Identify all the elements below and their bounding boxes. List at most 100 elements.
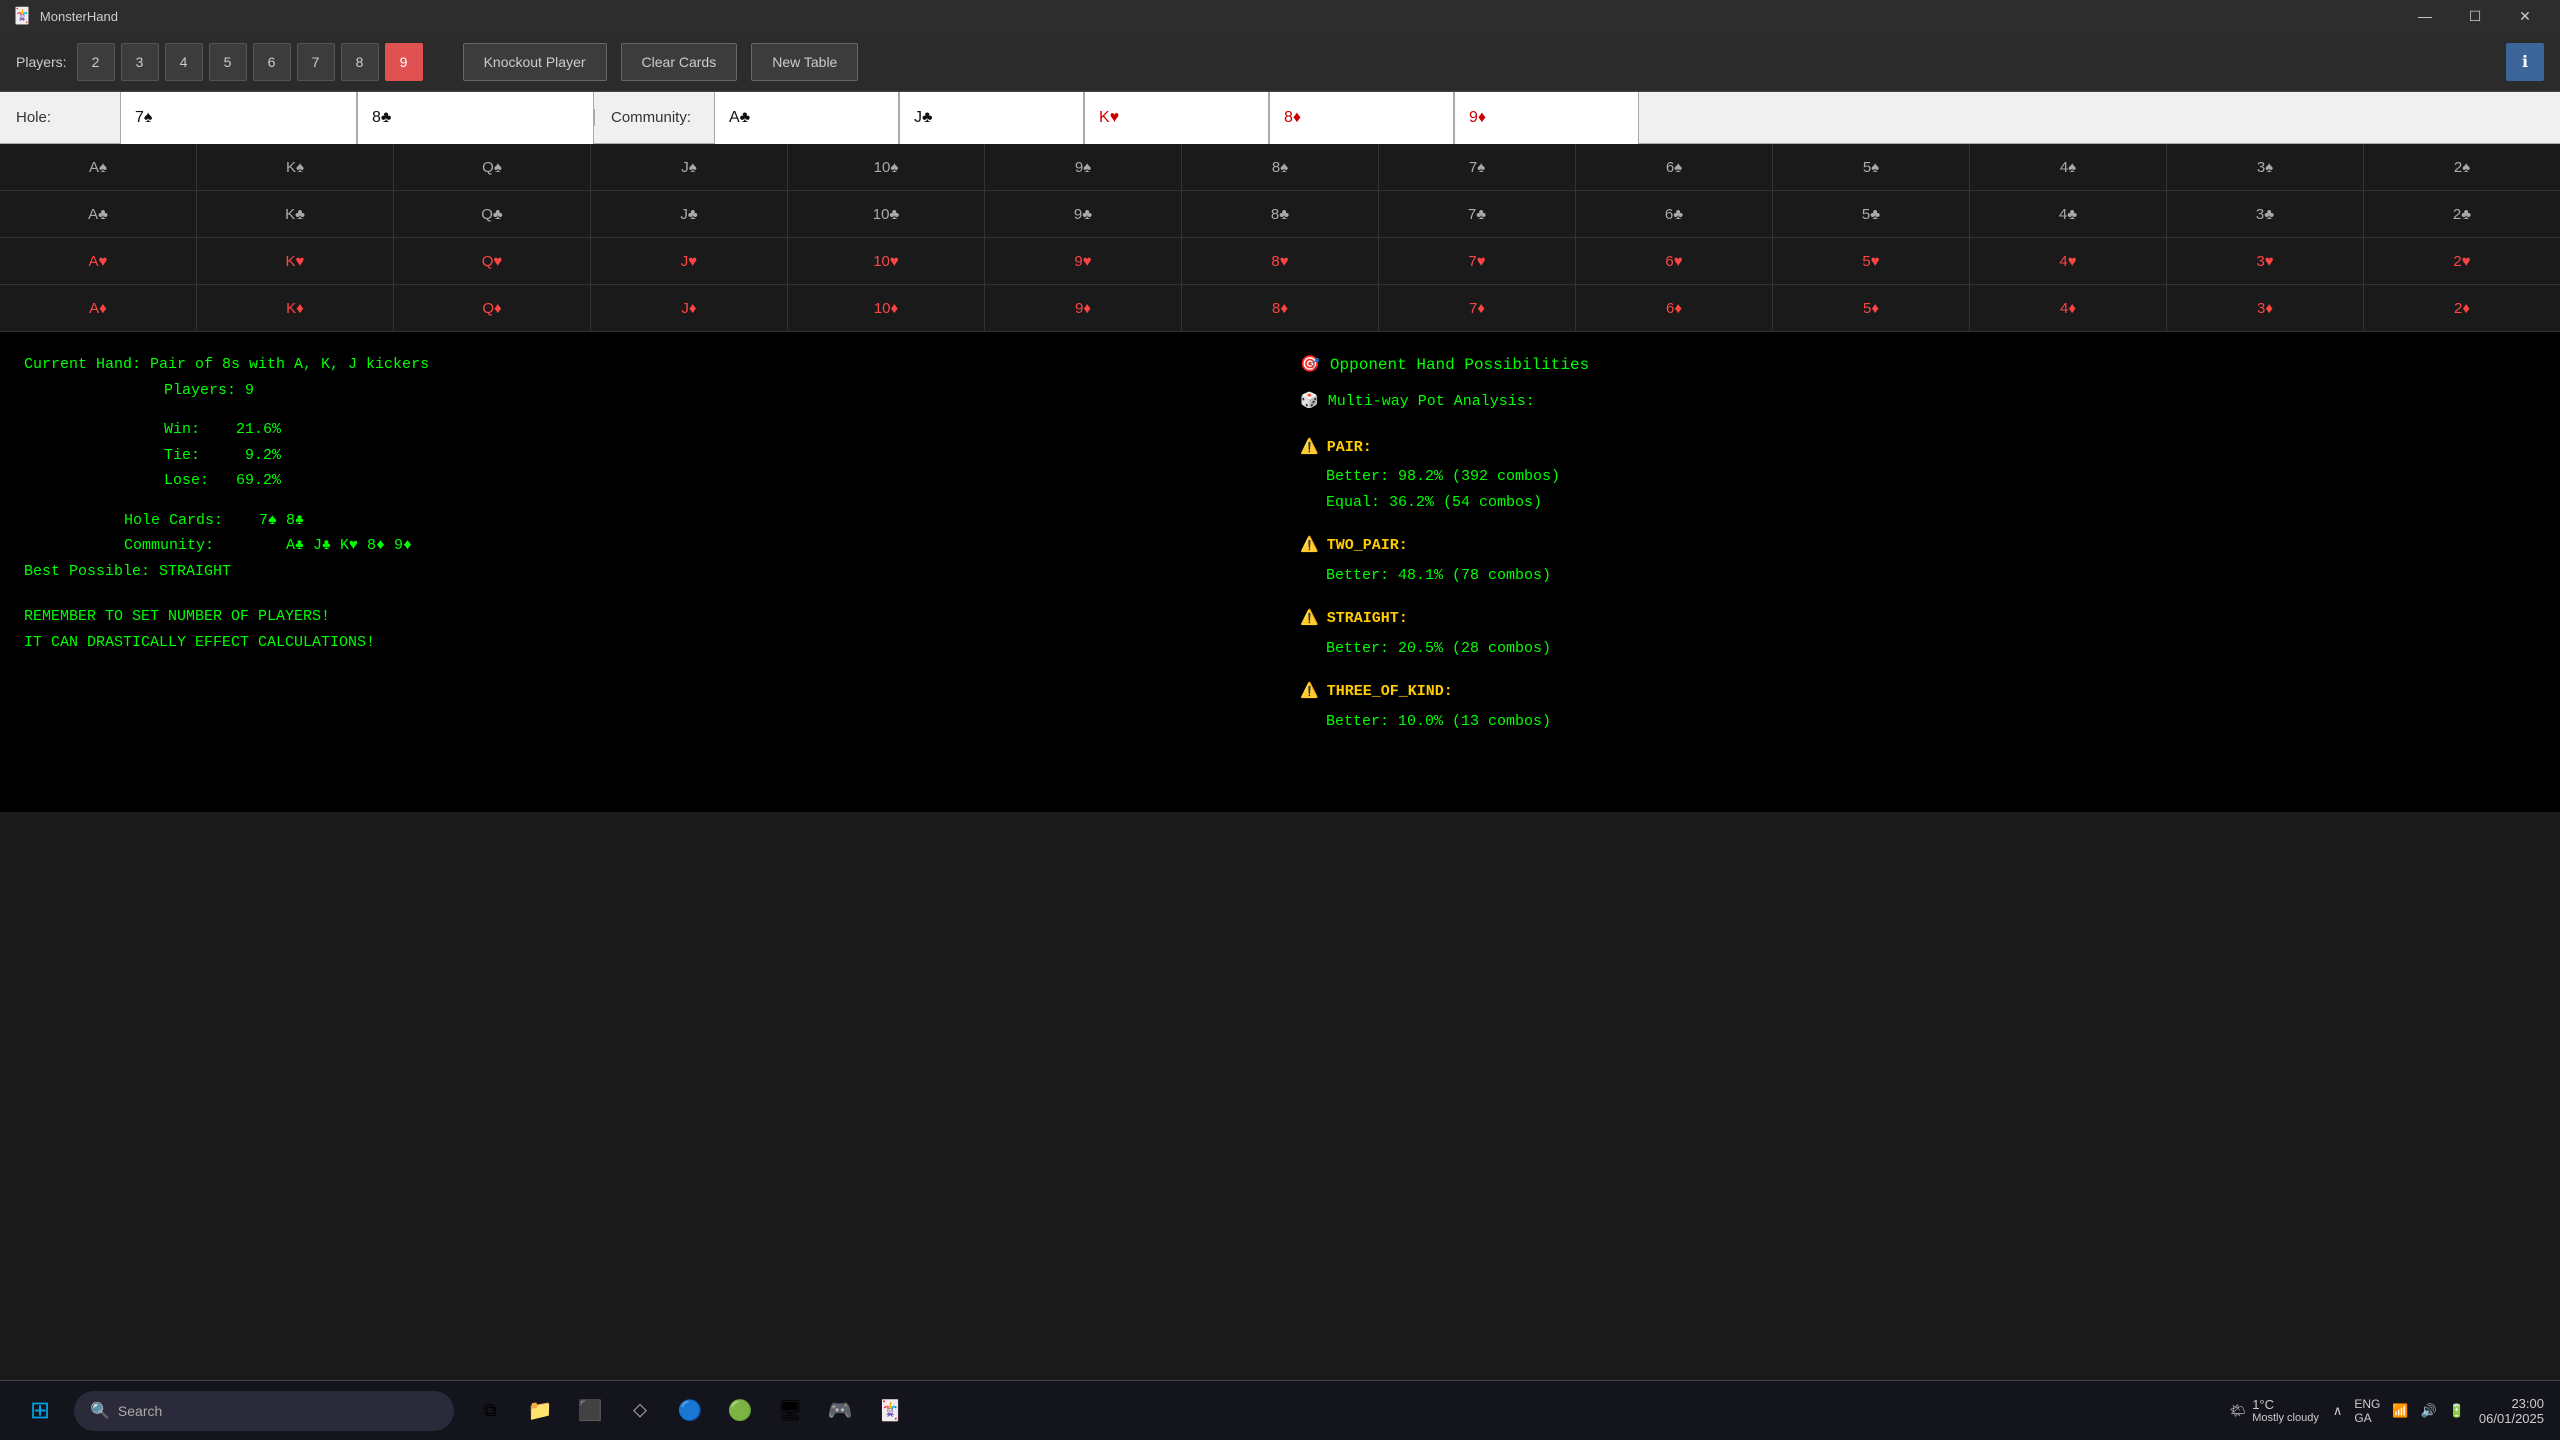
card-cell[interactable]: 4♠ — [1970, 144, 2167, 190]
card-cell[interactable]: Q♦ — [394, 285, 591, 331]
maximize-button[interactable]: ☐ — [2452, 0, 2498, 32]
card-cell[interactable]: 2♦ — [2364, 285, 2560, 331]
game-icon[interactable]: 🎮 — [818, 1389, 862, 1433]
poker-icon[interactable]: 🃏 — [868, 1389, 912, 1433]
card-cell[interactable]: 5♣ — [1773, 191, 1970, 237]
card-cell[interactable]: 10♥ — [788, 238, 985, 284]
card-cell[interactable]: 4♣ — [1970, 191, 2167, 237]
card-cell[interactable]: A♣ — [0, 191, 197, 237]
card-cell[interactable]: J♣ — [591, 191, 788, 237]
player-btn-2[interactable]: 2 — [77, 43, 115, 81]
info-button[interactable]: ℹ — [2506, 43, 2544, 81]
card-cell[interactable]: 10♦ — [788, 285, 985, 331]
card-cell[interactable]: K♣ — [197, 191, 394, 237]
player-btn-4[interactable]: 4 — [165, 43, 203, 81]
card-cell[interactable]: 5♥ — [1773, 238, 1970, 284]
card-cell[interactable]: 7♥ — [1379, 238, 1576, 284]
card-cell[interactable]: 7♣ — [1379, 191, 1576, 237]
unreal-icon[interactable]: ⬦ — [618, 1389, 662, 1433]
card-cell[interactable]: A♦ — [0, 285, 197, 331]
terminal-icon[interactable]: ⬛ — [568, 1389, 612, 1433]
card-cell[interactable]: 2♥ — [2364, 238, 2560, 284]
card-cell[interactable]: 6♦ — [1576, 285, 1773, 331]
hole-cards-row: Hole Cards: 7♠ 8♣ — [24, 508, 1260, 534]
file-explorer-icon[interactable]: 📁 — [518, 1389, 562, 1433]
card-cell[interactable]: 9♥ — [985, 238, 1182, 284]
card-cell[interactable]: Q♥ — [394, 238, 591, 284]
player-btn-6[interactable]: 6 — [253, 43, 291, 81]
toolbar: Players: 2 3 4 5 6 7 8 9 Knockout Player… — [0, 32, 2560, 92]
card-cell[interactable]: K♥ — [197, 238, 394, 284]
hole-card-1-input[interactable] — [120, 92, 357, 144]
card-cell[interactable]: 10♣ — [788, 191, 985, 237]
card-cell[interactable]: K♦ — [197, 285, 394, 331]
community-card-3-input[interactable] — [1084, 92, 1269, 144]
card-cell[interactable]: 6♣ — [1576, 191, 1773, 237]
card-cell[interactable]: 9♦ — [985, 285, 1182, 331]
clubs-row: A♣ K♣ Q♣ J♣ 10♣ 9♣ 8♣ 7♣ 6♣ 5♣ 4♣ 3♣ 2♣ — [0, 191, 2560, 238]
card-cell[interactable]: A♥ — [0, 238, 197, 284]
card-cell[interactable]: 6♠ — [1576, 144, 1773, 190]
win-row: Win: 21.6% — [24, 417, 1260, 443]
card-cell[interactable]: 6♥ — [1576, 238, 1773, 284]
card-cell[interactable]: 10♠ — [788, 144, 985, 190]
card-cell[interactable]: 4♥ — [1970, 238, 2167, 284]
card-cell[interactable]: 8♣ — [1182, 191, 1379, 237]
diamonds-row: A♦ K♦ Q♦ J♦ 10♦ 9♦ 8♦ 7♦ 6♦ 5♦ 4♦ 3♦ 2♦ — [0, 285, 2560, 332]
dice-icon: 🎲 — [1300, 393, 1319, 410]
community-card-4-input[interactable] — [1269, 92, 1454, 144]
app-title: MonsterHand — [40, 9, 118, 24]
card-cell[interactable]: 7♦ — [1379, 285, 1576, 331]
card-cell[interactable]: J♦ — [591, 285, 788, 331]
clear-cards-button[interactable]: Clear Cards — [621, 43, 738, 81]
card-cell[interactable]: 5♠ — [1773, 144, 1970, 190]
taskbar-right: 🌤 1°C Mostly cloudy ∧ ENGGA 📶 🔊 🔋 23:00 … — [2230, 1396, 2544, 1426]
chrome-icon[interactable]: 🔵 — [668, 1389, 712, 1433]
spades-row: A♠ K♠ Q♠ J♠ 10♠ 9♠ 8♠ 7♠ 6♠ 5♠ 4♠ 3♠ 2♠ — [0, 144, 2560, 191]
knockout-player-button[interactable]: Knockout Player — [463, 43, 607, 81]
card-cell[interactable]: Q♠ — [394, 144, 591, 190]
start-button[interactable]: ⊞ — [16, 1387, 64, 1435]
card-cell[interactable]: 3♣ — [2167, 191, 2364, 237]
card-cell[interactable]: 2♠ — [2364, 144, 2560, 190]
card-cell[interactable]: 4♦ — [1970, 285, 2167, 331]
card-cell[interactable]: 8♦ — [1182, 285, 1379, 331]
player-btn-7[interactable]: 7 — [297, 43, 335, 81]
chrome2-icon[interactable]: 🟢 — [718, 1389, 762, 1433]
player-btn-3[interactable]: 3 — [121, 43, 159, 81]
hole-card-2-input[interactable] — [357, 92, 594, 144]
card-cell[interactable]: 9♣ — [985, 191, 1182, 237]
card-cell[interactable]: A♠ — [0, 144, 197, 190]
card-cell[interactable]: 8♥ — [1182, 238, 1379, 284]
card-cell[interactable]: 3♠ — [2167, 144, 2364, 190]
card-cell[interactable]: 3♦ — [2167, 285, 2364, 331]
card-cell[interactable]: 9♠ — [985, 144, 1182, 190]
card-cell[interactable]: J♠ — [591, 144, 788, 190]
minimize-button[interactable]: — — [2402, 0, 2448, 32]
player-btn-5[interactable]: 5 — [209, 43, 247, 81]
community-label: Community: — [594, 109, 714, 126]
chevron-up-icon[interactable]: ∧ — [2333, 1403, 2343, 1419]
community-card-1-input[interactable] — [714, 92, 899, 144]
close-button[interactable]: ✕ — [2502, 0, 2548, 32]
card-cell[interactable]: K♠ — [197, 144, 394, 190]
community-card-5-input[interactable] — [1454, 92, 1639, 144]
community-card-2-input[interactable] — [899, 92, 1084, 144]
card-cell[interactable]: 7♠ — [1379, 144, 1576, 190]
community-row: Community: A♣ J♣ K♥ 8♦ 9♦ — [24, 533, 1260, 559]
titlebar-controls: — ☐ ✕ — [2402, 0, 2548, 32]
new-table-button[interactable]: New Table — [751, 43, 858, 81]
monitor-icon[interactable]: 🖥 — [768, 1389, 812, 1433]
card-cell[interactable]: 8♠ — [1182, 144, 1379, 190]
card-cell[interactable]: 5♦ — [1773, 285, 1970, 331]
player-btn-9[interactable]: 9 — [385, 43, 423, 81]
taskbar-search-bar[interactable]: 🔍 Search — [74, 1391, 454, 1431]
warning-icon: ⚠️ — [1300, 606, 1319, 632]
card-cell[interactable]: 3♥ — [2167, 238, 2364, 284]
card-cell[interactable]: J♥ — [591, 238, 788, 284]
task-view-icon[interactable]: ⧉ — [468, 1389, 512, 1433]
card-cell[interactable]: 2♣ — [2364, 191, 2560, 237]
player-btn-8[interactable]: 8 — [341, 43, 379, 81]
card-cell[interactable]: Q♣ — [394, 191, 591, 237]
current-hand-text: Current Hand: Pair of 8s with A, K, J ki… — [24, 352, 1260, 378]
